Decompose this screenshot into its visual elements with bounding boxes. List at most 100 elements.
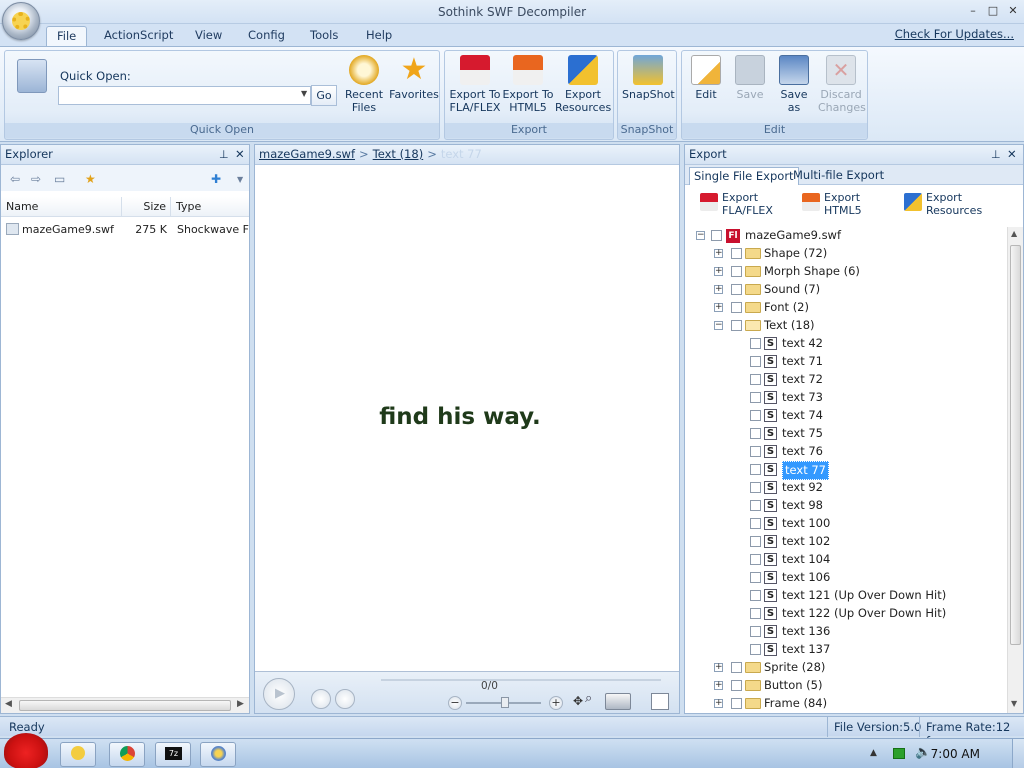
add-icon[interactable]: ✚: [211, 172, 221, 186]
checkbox[interactable]: [750, 536, 761, 547]
collapse-icon[interactable]: −: [696, 231, 705, 240]
zoom-in-icon[interactable]: +: [549, 696, 563, 710]
favorite-star-icon[interactable]: ★: [85, 172, 96, 186]
tab-actionscript[interactable]: ActionScript: [94, 26, 183, 46]
tab-help[interactable]: Help: [356, 26, 402, 46]
export-resources-button[interactable]: Export Resources: [555, 55, 611, 114]
expand-icon[interactable]: +: [714, 285, 723, 294]
checkbox[interactable]: [750, 626, 761, 637]
breadcrumb-file[interactable]: mazeGame9.swf: [259, 147, 355, 161]
table-row[interactable]: mazeGame9.swf: [6, 221, 124, 239]
taskbar-explorer-button[interactable]: [60, 742, 96, 767]
checkbox[interactable]: [731, 662, 742, 673]
scroll-thumb[interactable]: [1010, 245, 1021, 645]
volume-icon[interactable]: 🔈: [915, 745, 931, 760]
checkbox[interactable]: [750, 572, 761, 583]
taskbar-swf-decompiler-button[interactable]: [200, 742, 236, 767]
taskbar-7zip-button[interactable]: 7z: [155, 742, 191, 767]
chevron-down-icon[interactable]: ▼: [237, 175, 243, 184]
favorites-button[interactable]: ★ Favorites: [389, 55, 439, 102]
tab-view[interactable]: View: [185, 26, 232, 46]
start-button[interactable]: [4, 733, 48, 768]
forward-icon[interactable]: ⇨: [31, 172, 41, 186]
edit-button[interactable]: Edit: [686, 55, 726, 101]
scroll-thumb[interactable]: [19, 700, 231, 711]
checkbox[interactable]: [731, 284, 742, 295]
chevron-down-icon[interactable]: ▼: [301, 89, 307, 98]
checkbox[interactable]: [731, 302, 742, 313]
checkbox[interactable]: [750, 428, 761, 439]
checkbox[interactable]: [750, 518, 761, 529]
snapshot-button[interactable]: SnapShot: [622, 55, 675, 101]
discard-changes-button[interactable]: ✕ Discard Changes: [818, 55, 866, 114]
rewind-button[interactable]: [311, 689, 331, 709]
battery-icon[interactable]: [893, 748, 905, 759]
clock[interactable]: 7:00 AM: [931, 747, 980, 761]
check-updates-link[interactable]: Check For Updates...: [895, 27, 1014, 41]
tab-multi-file-export[interactable]: Multi-file Export: [789, 167, 888, 185]
export-fla-action[interactable]: Export FLA/FLEX: [700, 191, 782, 217]
tray-expand-icon[interactable]: ▲: [870, 748, 877, 758]
app-menu-button[interactable]: [2, 2, 40, 40]
checkbox[interactable]: [750, 500, 761, 511]
pan-icon[interactable]: ✥: [573, 694, 583, 708]
checkbox[interactable]: [731, 680, 742, 691]
folder-up-icon[interactable]: ▭: [54, 172, 65, 186]
checkbox[interactable]: [750, 554, 761, 565]
tab-single-file-export[interactable]: Single File Export: [689, 167, 799, 185]
export-resources-action[interactable]: Export Resources: [904, 191, 996, 217]
taskbar-chrome-button[interactable]: [109, 742, 145, 767]
scroll-up-icon[interactable]: ▲: [1011, 229, 1017, 238]
expand-icon[interactable]: +: [714, 267, 723, 276]
horizontal-scrollbar[interactable]: ◀ ▶: [1, 697, 249, 713]
checkbox[interactable]: [731, 248, 742, 259]
play-button[interactable]: ▶: [263, 678, 295, 710]
expand-icon[interactable]: +: [714, 681, 723, 690]
back-icon[interactable]: ⇦: [10, 172, 20, 186]
breadcrumb-folder[interactable]: Text (18): [373, 147, 424, 161]
tab-file[interactable]: File: [46, 26, 88, 46]
checkbox[interactable]: [711, 230, 722, 241]
export-html5-button[interactable]: Export To HTML5: [502, 55, 554, 114]
zoom-out-icon[interactable]: −: [448, 696, 462, 710]
pin-icon[interactable]: ⊥: [219, 145, 229, 164]
collapse-icon[interactable]: −: [714, 321, 723, 330]
checkbox[interactable]: [731, 266, 742, 277]
save-as-button[interactable]: Save as: [774, 55, 814, 114]
column-type[interactable]: Type: [171, 197, 249, 217]
expand-icon[interactable]: +: [714, 699, 723, 708]
checkbox[interactable]: [750, 644, 761, 655]
scroll-right-icon[interactable]: ▶: [237, 699, 244, 709]
expand-icon[interactable]: +: [714, 303, 723, 312]
tab-tools[interactable]: Tools: [300, 26, 348, 46]
recent-files-button[interactable]: Recent Files: [343, 55, 385, 114]
fit-window-icon[interactable]: [651, 693, 669, 710]
checkbox[interactable]: [750, 590, 761, 601]
magnifier-icon[interactable]: ⌕: [585, 691, 592, 706]
checkbox[interactable]: [731, 320, 742, 331]
vertical-scrollbar[interactable]: ▲ ▼: [1007, 227, 1023, 713]
close-icon[interactable]: ✕: [1007, 145, 1017, 164]
pin-icon[interactable]: ⊥: [991, 145, 1001, 164]
export-fla-button[interactable]: Export To FLA/FLEX: [449, 55, 501, 114]
scroll-down-icon[interactable]: ▼: [1011, 699, 1017, 708]
column-name[interactable]: Name: [1, 197, 122, 217]
checkbox[interactable]: [750, 464, 761, 475]
expand-icon[interactable]: +: [714, 663, 723, 672]
column-size[interactable]: Size: [122, 197, 171, 217]
minimize-button[interactable]: –: [966, 3, 980, 19]
step-button[interactable]: [335, 689, 355, 709]
scroll-left-icon[interactable]: ◀: [5, 699, 12, 709]
checkbox[interactable]: [750, 482, 761, 493]
checkbox[interactable]: [750, 410, 761, 421]
checkbox[interactable]: [750, 338, 761, 349]
checkbox[interactable]: [750, 608, 761, 619]
maximize-button[interactable]: □: [986, 3, 1000, 19]
tab-config[interactable]: Config: [238, 26, 295, 46]
timeline-track[interactable]: [381, 679, 661, 681]
zoom-slider-thumb[interactable]: [501, 697, 509, 708]
show-desktop-button[interactable]: [1012, 739, 1024, 768]
export-html5-action[interactable]: Export HTML5: [802, 191, 874, 217]
checkbox[interactable]: [750, 446, 761, 457]
zoom-100-icon[interactable]: [605, 693, 631, 710]
